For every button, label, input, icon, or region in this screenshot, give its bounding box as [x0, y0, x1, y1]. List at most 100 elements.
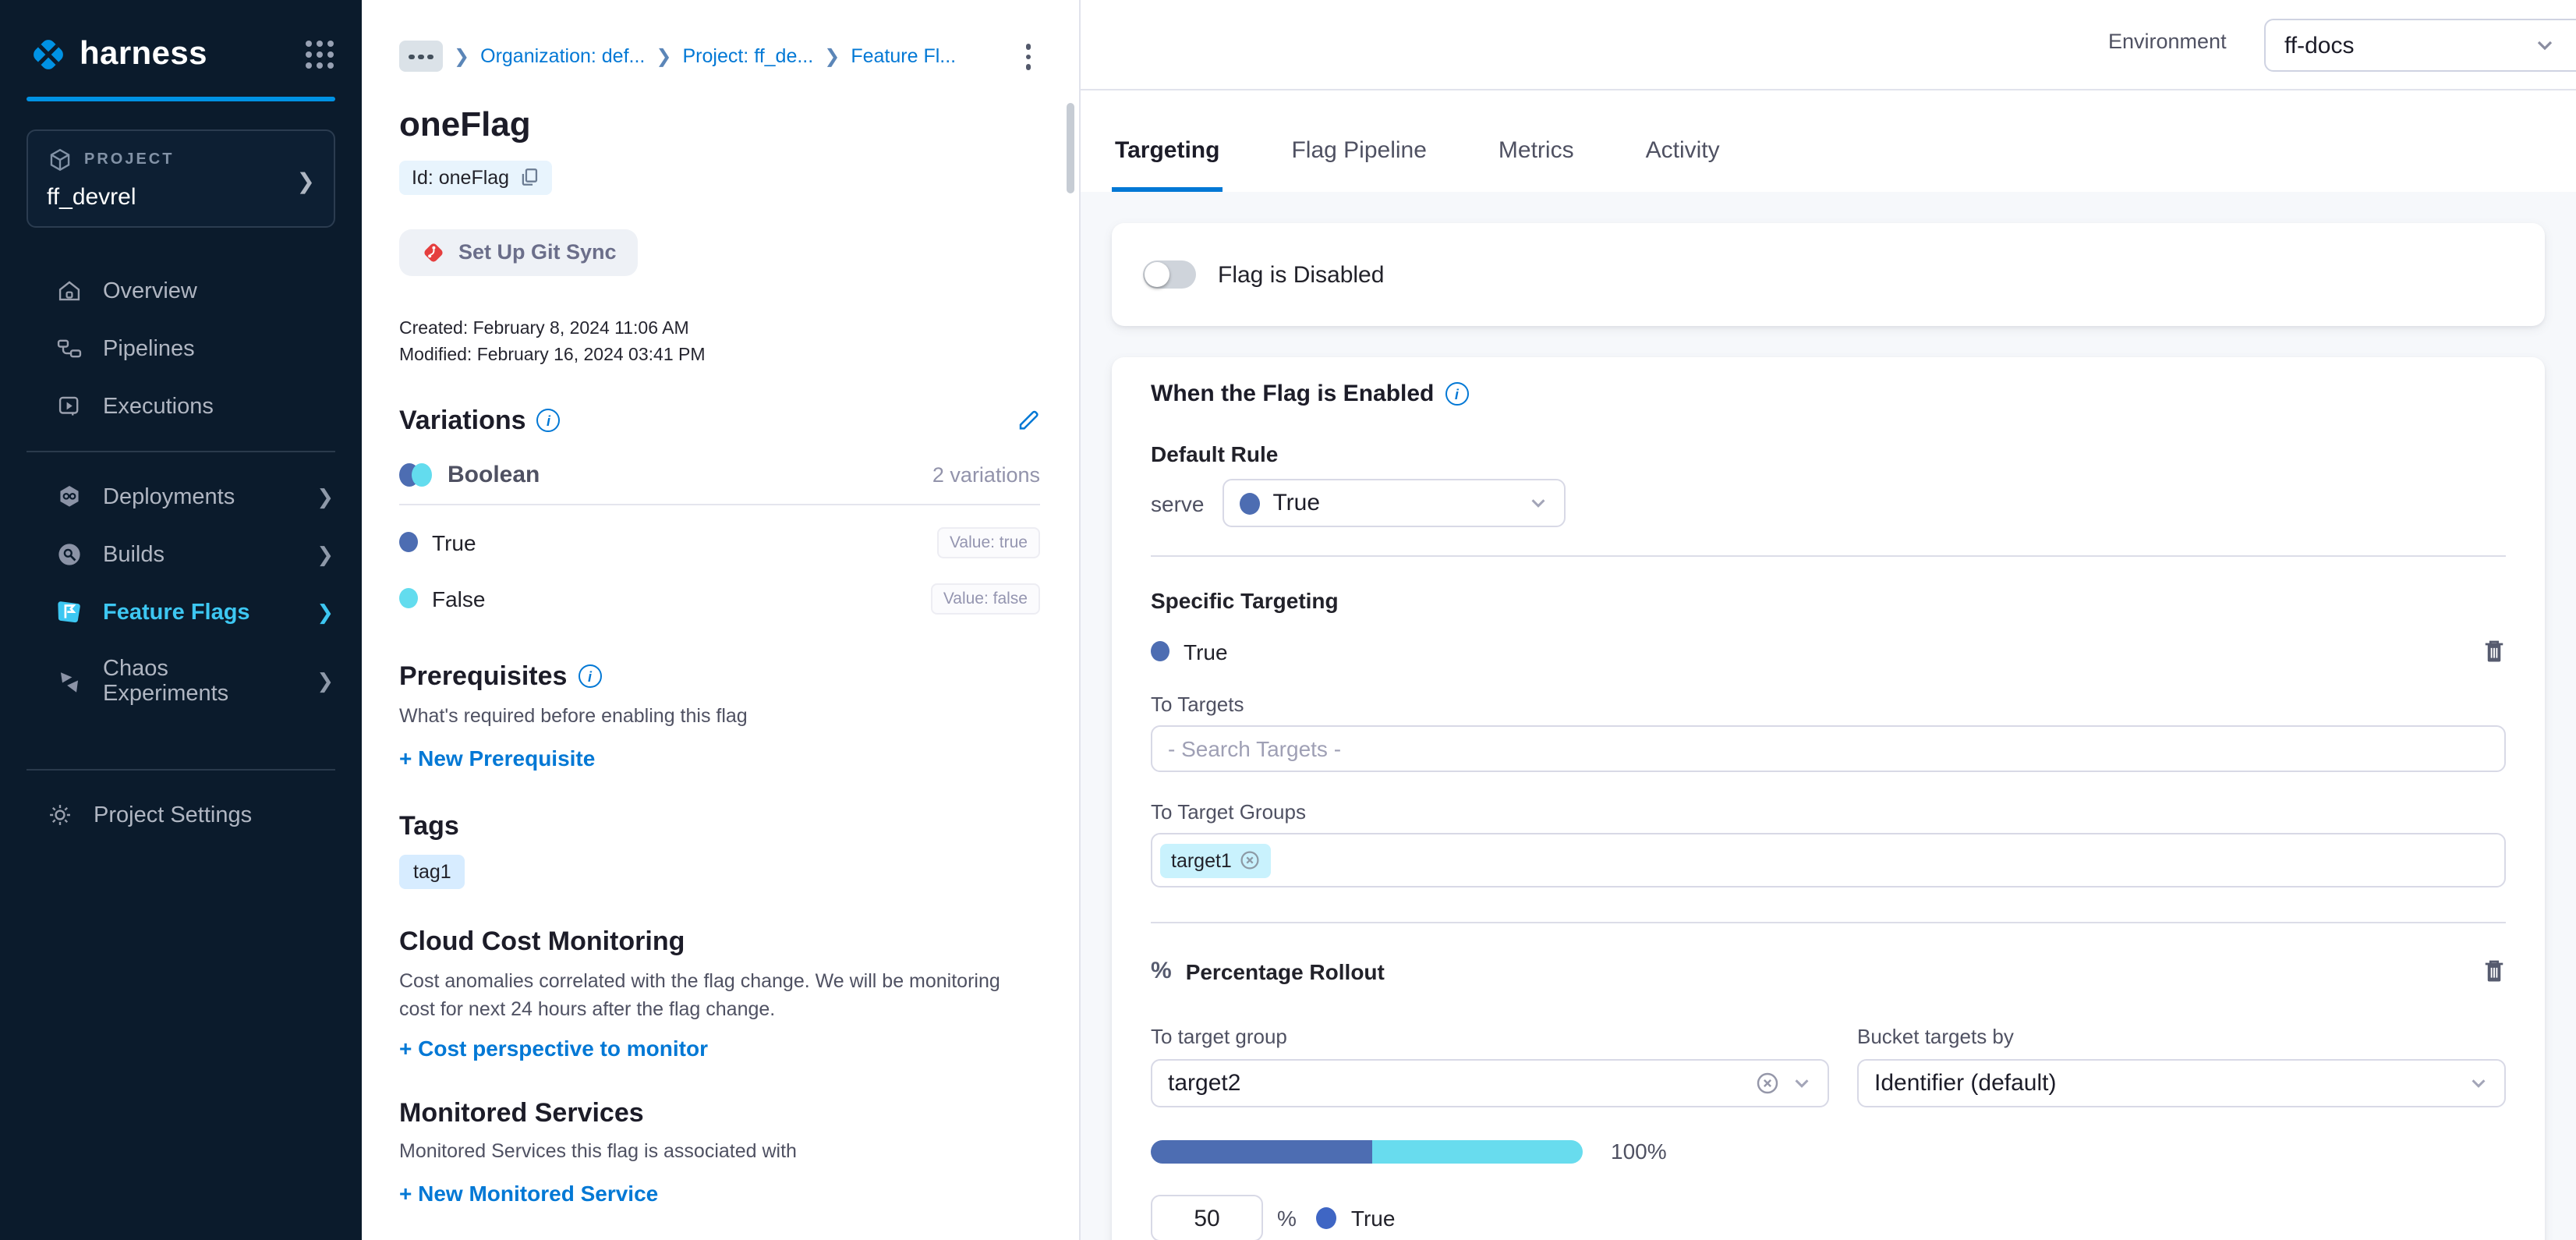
variation-name: True — [432, 530, 476, 554]
sidebar-item-label: Overview — [103, 278, 197, 303]
sidebar-item-feature-flags[interactable]: Feature Flags ❯ — [0, 583, 362, 641]
brand-accent-line — [27, 97, 335, 101]
trash-icon[interactable] — [2482, 958, 2506, 984]
to-target-groups-label: To Target Groups — [1151, 800, 2506, 824]
tab-metrics[interactable]: Metrics — [1495, 137, 1577, 192]
flag-id-text: Id: oneFlag — [412, 166, 509, 188]
gear-icon — [47, 802, 73, 828]
sidebar-item-label: Deployments — [103, 484, 235, 509]
divider — [1151, 922, 2506, 923]
monitored-services-heading: Monitored Services — [399, 1098, 644, 1129]
modified-date: Modified: February 16, 2024 03:41 PM — [399, 345, 1040, 364]
sidebar-item-overview[interactable]: Overview — [0, 262, 362, 320]
variation-count: 2 variations — [932, 462, 1040, 486]
target-groups-input[interactable]: target1 — [1151, 833, 2506, 887]
false-percent-segment — [1372, 1139, 1583, 1163]
edit-pencil-icon[interactable] — [1017, 409, 1040, 432]
breadcrumb-organization[interactable]: Organization: def... — [480, 46, 645, 68]
sidebar-item-pipelines[interactable]: Pipelines — [0, 320, 362, 377]
executions-icon — [56, 393, 83, 420]
bucket-targets-by-select[interactable]: Identifier (default) — [1857, 1059, 2506, 1107]
specific-variation-row: True — [1151, 638, 2506, 664]
kebab-menu-icon[interactable] — [1016, 41, 1040, 73]
false-dot-icon — [399, 588, 418, 608]
tab-flag-pipeline[interactable]: Flag Pipeline — [1288, 137, 1429, 192]
targeting-content: Flag is Disabled When the Flag is Enable… — [1081, 192, 2576, 1240]
rollout-distribution-bar — [1151, 1139, 1583, 1163]
rollout-target-group-label: To target group — [1151, 1025, 1287, 1048]
variation-name: False — [432, 586, 485, 611]
sidebar-item-builds[interactable]: Builds ❯ — [0, 526, 362, 583]
copy-icon[interactable] — [518, 167, 539, 187]
deployments-icon — [56, 484, 83, 510]
default-rule-serve-select[interactable]: True — [1223, 479, 1566, 527]
sidebar-item-executions[interactable]: Executions — [0, 377, 362, 435]
flag-state-card: Flag is Disabled — [1112, 223, 2545, 326]
bucket-targets-by-value: Identifier (default) — [1874, 1070, 2056, 1097]
breadcrumb-collapse-pill[interactable] — [399, 41, 443, 73]
clear-selection-icon[interactable] — [1756, 1072, 1779, 1095]
sidebar-item-project-settings[interactable]: Project Settings — [0, 786, 362, 844]
sidebar-item-label: Feature Flags — [103, 600, 250, 625]
monitored-services-description: Monitored Services this flag is associat… — [399, 1137, 1026, 1165]
rollout-weight-row: % True — [1151, 1195, 2506, 1240]
prerequisites-heading: Prerequisites — [399, 661, 567, 692]
variation-row-false: False Value: false — [399, 583, 1040, 614]
new-prerequisite-link[interactable]: + New Prerequisite — [399, 745, 595, 770]
info-icon[interactable]: i — [537, 409, 561, 432]
trash-icon[interactable] — [2482, 638, 2506, 664]
chevron-down-icon — [1528, 493, 1548, 513]
weight-variation-name: True — [1351, 1206, 1396, 1231]
rollout-target-group-select[interactable]: target2 — [1151, 1059, 1829, 1107]
sidebar-item-label: Project Settings — [94, 802, 252, 827]
cloud-cost-description: Cost anomalies correlated with the flag … — [399, 966, 1026, 1023]
project-selector[interactable]: PROJECT ff_devrel ❯ — [27, 129, 335, 228]
sidebar-item-label: Chaos Experiments — [103, 657, 296, 707]
environment-value: ff-docs — [2284, 32, 2355, 58]
app-window: harness PROJECT ff_devrel ❯ Overview — [0, 0, 2576, 1240]
tag-chip: tag1 — [399, 854, 465, 888]
percent-unit-label: % — [1277, 1206, 1297, 1231]
breadcrumb: ❯ Organization: def... ❯ Project: ff_de.… — [399, 41, 1040, 73]
targeting-panel: Environment ff-docs Targeting Flag Pipel… — [1081, 0, 2576, 1240]
app-grid-icon[interactable] — [306, 41, 334, 69]
info-icon[interactable]: i — [578, 664, 601, 688]
enabled-heading: When the Flag is Enabled — [1151, 381, 1434, 407]
environment-select[interactable]: ff-docs — [2264, 19, 2576, 72]
flag-enabled-toggle[interactable] — [1143, 260, 1196, 289]
brand-name: harness — [80, 36, 207, 73]
sidebar-item-label: Executions — [103, 394, 214, 419]
tab-activity[interactable]: Activity — [1643, 137, 1723, 192]
divider — [27, 451, 335, 452]
true-weight-input[interactable] — [1151, 1195, 1263, 1240]
variation-type-row: Boolean 2 variations — [399, 461, 1040, 487]
set-up-git-sync-button[interactable]: Set Up Git Sync — [399, 229, 639, 275]
git-sync-label: Set Up Git Sync — [458, 240, 617, 264]
cube-icon — [47, 147, 73, 173]
chevron-down-icon — [2534, 34, 2556, 56]
breadcrumb-feature-flags[interactable]: Feature Fl... — [851, 46, 956, 68]
sidebar-nav: Overview Pipelines Executions — [0, 262, 362, 844]
flag-detail-panel: ❯ Organization: def... ❯ Project: ff_de.… — [362, 0, 1081, 1240]
scrollbar-thumb[interactable] — [1067, 103, 1074, 193]
chevron-right-icon: ❯ — [297, 168, 315, 195]
sidebar-item-label: Pipelines — [103, 336, 195, 361]
target-group-chip-label: target1 — [1171, 849, 1232, 871]
serve-label: serve — [1151, 491, 1204, 515]
sidebar-item-chaos-experiments[interactable]: Chaos Experiments ❯ — [0, 641, 362, 722]
sidebar-item-deployments[interactable]: Deployments ❯ — [0, 468, 362, 526]
info-icon[interactable]: i — [1445, 382, 1468, 406]
new-monitored-service-link[interactable]: + New Monitored Service — [399, 1181, 658, 1206]
search-targets-input[interactable] — [1151, 725, 2506, 772]
bucket-targets-by-label: Bucket targets by — [1857, 1025, 2014, 1048]
chevron-right-icon: ❯ — [656, 46, 671, 68]
remove-chip-icon[interactable] — [1240, 850, 1260, 870]
chevron-right-icon: ❯ — [824, 46, 840, 68]
flag-rules-card: When the Flag is Enabled i Default Rule … — [1112, 357, 2545, 1240]
cost-perspective-link[interactable]: + Cost perspective to monitor — [399, 1036, 708, 1061]
tab-targeting[interactable]: Targeting — [1112, 137, 1223, 192]
project-name: ff_devrel — [47, 184, 315, 211]
to-targets-label: To Targets — [1151, 693, 2506, 716]
builds-icon — [56, 541, 83, 568]
breadcrumb-project[interactable]: Project: ff_de... — [683, 46, 814, 68]
